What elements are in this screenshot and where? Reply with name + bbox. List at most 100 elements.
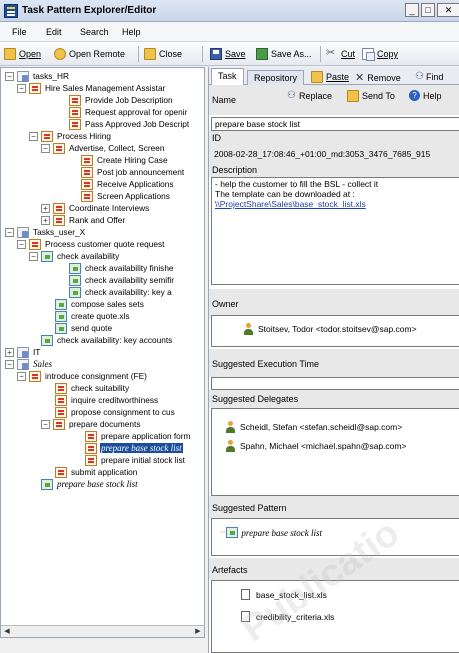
save-button[interactable]: Save [210,46,246,62]
tree-item[interactable]: Provide Job Description [69,94,174,106]
tree-item[interactable]: Screen Applications [81,190,171,202]
collapse-toggle-icon[interactable]: − [17,84,26,93]
person-icon [225,440,236,452]
task-icon [81,166,93,178]
artefact-item[interactable]: credibility_criteria.xls [241,611,334,622]
collapse-toggle-icon[interactable]: − [17,240,26,249]
tree-item[interactable]: propose consignment to cus [55,406,176,418]
tree-item[interactable]: Pass Approved Job Descript [69,118,190,130]
artefact-item[interactable]: base_stock_list.xls [241,589,327,600]
tree-item-selected[interactable]: prepare base stock list [85,442,183,454]
tree-item[interactable]: submit application [55,466,138,478]
expand-toggle-icon[interactable]: + [5,348,14,357]
minimize-icon[interactable]: _ [405,3,419,17]
collapse-toggle-icon[interactable]: − [41,420,50,429]
collapse-toggle-icon[interactable]: − [29,132,38,141]
tab-repository[interactable]: Repository [247,70,305,85]
stack-icon [55,298,67,310]
save-as-button[interactable]: Save As... [256,46,312,62]
send-to-button[interactable]: Send To [347,90,395,102]
tree-item[interactable]: Advertise, Collect, Screen [53,142,165,154]
tree-item[interactable]: Create Hiring Case [81,154,169,166]
task-icon [41,130,53,142]
title-bar: Task Pattern Explorer/Editor _ □ ✕ [0,0,459,22]
menu-file[interactable]: File [12,27,27,37]
replace-icon: ⚇ [287,90,296,101]
description-field[interactable]: - help the customer to fill the BSL - co… [211,177,459,285]
menu-edit[interactable]: Edit [46,27,62,37]
toolbar-separator [138,46,139,62]
tree-item[interactable]: Sales [17,358,53,370]
pattern-entry[interactable]: ┈ prepare base stock list [219,527,322,538]
collapse-toggle-icon[interactable]: − [41,144,50,153]
tree-item[interactable]: check suitability [55,382,130,394]
id-field[interactable]: 2008-02-28_17:08:46_+01:00_md:3053_3476_… [211,148,459,160]
tree-item[interactable]: Tasks_user_X [17,226,86,238]
scissors-icon [326,46,338,60]
delegate-entry: Spahn, Michael <michael.spahn@sap.com> [225,440,406,452]
tree-item[interactable]: check availability [41,250,120,262]
folder-icon [17,346,29,358]
tree-item[interactable]: Process Hiring [41,130,112,142]
tree-item[interactable]: check availability: key accounts [41,334,173,346]
collapse-toggle-icon[interactable]: − [29,252,38,261]
tree-item[interactable]: prepare base stock list [41,478,139,490]
paste-button[interactable]: Paste [311,71,349,83]
detail-panel: Task Repository Paste ✕ Remove ⚇ Find Name… [208,67,459,653]
name-field[interactable]: prepare base stock list [211,117,459,131]
tree-item[interactable]: Receive Applications [81,178,175,190]
open-button[interactable]: Open [4,46,41,62]
tree-item[interactable]: prepare documents [53,418,142,430]
cut-button[interactable]: Cut [326,46,355,62]
tree-item[interactable]: Rank and Offer [53,214,126,226]
close-button[interactable]: Close [144,46,182,62]
tree-item[interactable]: tasks_HR [17,70,70,82]
tree-item[interactable]: prepare application form [85,430,191,442]
task-tree[interactable]: − tasks_HR − Hire Sales Management Assis… [0,67,205,638]
tree-item[interactable]: IT [17,346,41,358]
description-link[interactable]: \\ProjectShare\Sales\base_stock_list.xls [215,199,456,209]
tree-item[interactable]: Hire Sales Management Assistar [29,82,166,94]
help-button[interactable]: ? Help [409,90,442,101]
tree-item[interactable]: check availability finishe [69,262,175,274]
close-window-icon[interactable]: ✕ [437,3,459,17]
horizontal-scrollbar[interactable]: ◀ ▶ [1,625,204,637]
tree-item[interactable]: check availability: key a [69,286,173,298]
tree-item[interactable]: Coordinate Interviews [53,202,150,214]
collapse-toggle-icon[interactable]: − [17,372,26,381]
tree-item[interactable]: Process customer quote request [29,238,165,250]
menu-search[interactable]: Search [80,27,109,37]
collapse-toggle-icon[interactable]: − [5,360,14,369]
copy-button[interactable]: Copy [362,46,398,62]
maximize-icon[interactable]: □ [421,3,435,17]
find-button[interactable]: ⚇ Find [415,71,443,82]
tree-item[interactable]: introduce consignment (FE) [29,370,148,382]
tree-item[interactable]: prepare initial stock list [85,454,186,466]
tree-item[interactable]: check availability semifir [69,274,175,286]
collapse-toggle-icon[interactable]: − [5,228,14,237]
expand-toggle-icon[interactable]: + [41,204,50,213]
tree-item[interactable]: Post job announcement [81,166,185,178]
open-remote-button[interactable]: Open Remote [54,46,125,62]
execution-time-field[interactable] [211,377,459,390]
stack-icon [55,310,67,322]
tree-item[interactable]: inquire creditworthiness [55,394,159,406]
collapse-toggle-icon[interactable]: − [5,72,14,81]
expand-toggle-icon[interactable]: + [41,216,50,225]
tree-item[interactable]: create quote.xls [55,310,131,322]
app-window: Task Pattern Explorer/Editor _ □ ✕ File … [0,0,459,653]
tree-item[interactable]: send quote [55,322,113,334]
scroll-right-icon[interactable]: ▶ [193,627,203,636]
scroll-left-icon[interactable]: ◀ [2,627,12,636]
folder-open-icon [4,48,16,60]
tab-task[interactable]: Task [211,68,244,85]
person-icon [225,421,236,433]
toolbar-separator [202,46,203,62]
remove-button[interactable]: ✕ Remove [355,71,401,84]
tree-item[interactable]: Request approval for openir [69,106,188,118]
tree-item[interactable]: compose sales sets [55,298,145,310]
replace-button[interactable]: ⚇ Replace [287,90,332,101]
menu-help[interactable]: Help [122,27,141,37]
folder-icon [17,70,29,82]
folder-icon [17,226,29,238]
